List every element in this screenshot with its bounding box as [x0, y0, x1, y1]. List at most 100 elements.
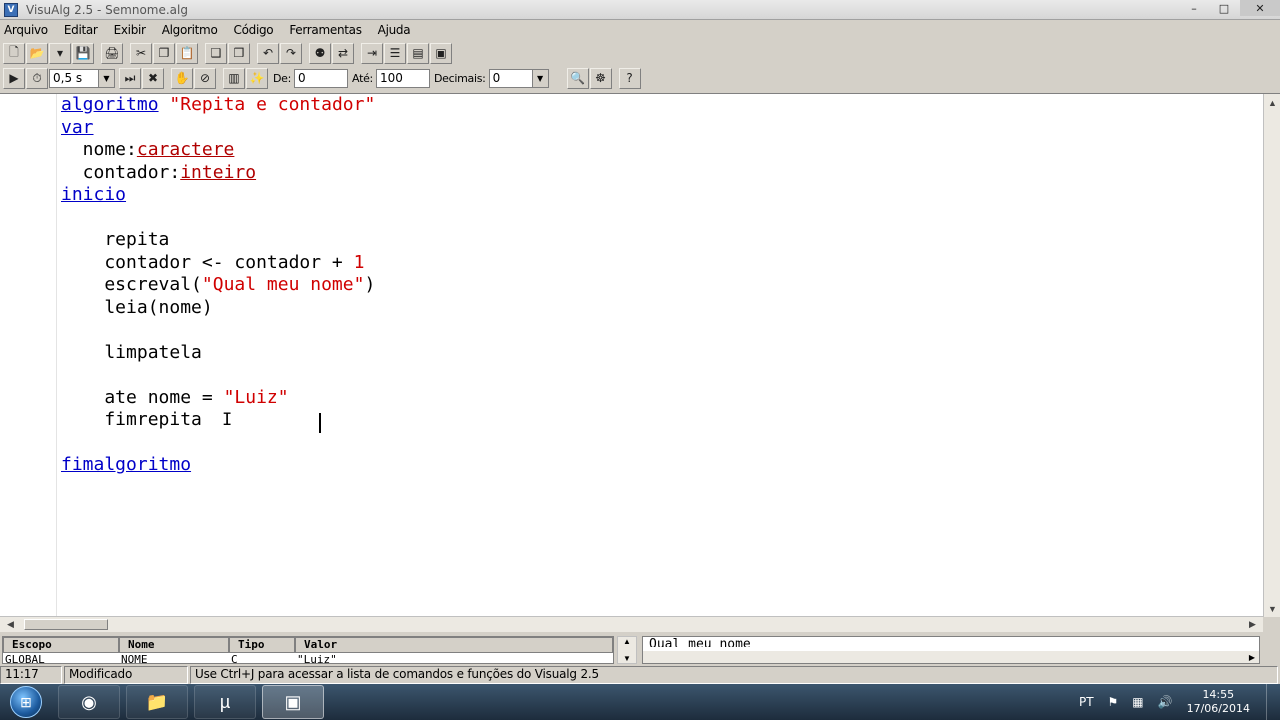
help-button[interactable]: ?: [618, 67, 641, 89]
code-line[interactable]: nome:caractere: [61, 139, 375, 162]
scroll-left-icon[interactable]: ◀: [2, 616, 19, 633]
column-header-scope[interactable]: Escopo: [3, 637, 119, 653]
close-button[interactable]: ✕: [1240, 0, 1280, 16]
numbered-list-button[interactable]: ☰: [384, 42, 406, 64]
chrome-taskbar-button[interactable]: ◉: [58, 685, 120, 719]
magic-wand-button[interactable]: ✨: [246, 67, 268, 89]
action-center-icon[interactable]: ⚑: [1108, 695, 1119, 709]
copy-as-button[interactable]: ❑: [205, 42, 227, 64]
code-editor[interactable]: algoritmo "Repita e contador" var nome:ca…: [0, 93, 1280, 617]
zoom-icon: 🔍: [570, 71, 586, 85]
code-line[interactable]: [61, 432, 375, 455]
menu-exibir[interactable]: Exibir: [114, 23, 146, 37]
scroll-thumb[interactable]: [24, 619, 108, 630]
code-line[interactable]: escreval("Qual meu nome"): [61, 274, 375, 297]
editor-vertical-scrollbar[interactable]: ▲ ▼: [1263, 94, 1280, 617]
variables-scrollbar[interactable]: ▲ ▼: [617, 636, 637, 664]
code-line[interactable]: ate nome = "Luiz": [61, 387, 375, 410]
comment-button[interactable]: ▤: [407, 42, 429, 64]
code-line[interactable]: [61, 319, 375, 342]
code-line[interactable]: contador:inteiro: [61, 162, 375, 185]
clock[interactable]: 14:55 17/06/2014: [1187, 688, 1250, 716]
scroll-right-icon[interactable]: ▶: [1249, 653, 1255, 662]
code-line[interactable]: inicio: [61, 184, 375, 207]
redo-button[interactable]: ↷: [280, 42, 302, 64]
open-dropdown-button[interactable]: ▾: [49, 42, 71, 64]
code-line[interactable]: leia(nome): [61, 297, 375, 320]
breakpoint-button[interactable]: ✋: [171, 67, 193, 89]
scroll-down-icon[interactable]: ▼: [1264, 600, 1280, 617]
menu-arquivo[interactable]: Arquivo: [4, 23, 48, 37]
run-button[interactable]: ▶: [3, 67, 25, 89]
console-button[interactable]: ▥: [223, 67, 245, 89]
indent-button[interactable]: ⇥: [361, 42, 383, 64]
column-header-type[interactable]: Tipo: [229, 637, 295, 653]
column-header-value[interactable]: Valor: [295, 637, 613, 653]
code-line[interactable]: var: [61, 117, 375, 140]
find-button[interactable]: ⚉: [309, 42, 331, 64]
title-bar[interactable]: V VisuAlg 2.5 - Semnome.alg – □ ✕: [0, 0, 1280, 20]
decimals-select[interactable]: 0 ▼: [488, 68, 549, 88]
timer-button[interactable]: ⏱: [26, 67, 48, 89]
code-line[interactable]: fimalgoritmo: [61, 454, 375, 477]
paste-icon: 📋: [179, 46, 195, 60]
stop-button[interactable]: ✖: [142, 67, 164, 89]
bug-button[interactable]: ☸: [589, 67, 612, 89]
menu-ferramentas[interactable]: Ferramentas: [289, 23, 362, 37]
template-button[interactable]: ▣: [430, 42, 452, 64]
editor-gutter[interactable]: [0, 94, 57, 617]
code-line[interactable]: limpatela: [61, 342, 375, 365]
save-button[interactable]: 💾: [72, 42, 94, 64]
undo-button[interactable]: ↶: [257, 42, 279, 64]
clear-breakpoints-button[interactable]: ⊘: [194, 67, 216, 89]
table-row[interactable]: GLOBAL NOME C "Luiz": [3, 653, 613, 663]
zoom-button[interactable]: 🔍: [566, 67, 589, 89]
menu-ajuda[interactable]: Ajuda: [378, 23, 411, 37]
variables-table[interactable]: Escopo Nome Tipo Valor GLOBAL NOME C "Lu…: [2, 636, 614, 664]
code-line[interactable]: contador <- contador + 1: [61, 252, 375, 275]
code-line[interactable]: algoritmo "Repita e contador": [61, 94, 375, 117]
timer-select[interactable]: 0,5 s ▼: [49, 68, 115, 88]
volume-icon[interactable]: 🔊: [1158, 695, 1173, 709]
scroll-down-icon[interactable]: ▼: [623, 654, 631, 663]
network-icon[interactable]: ▦: [1132, 695, 1143, 709]
new-file-button[interactable]: 🗋: [3, 42, 25, 64]
clock-date: 17/06/2014: [1186, 702, 1250, 715]
visualg-task-taskbar-button[interactable]: ▣: [262, 685, 324, 719]
to-label: Até:: [352, 71, 373, 85]
code-line[interactable]: [61, 364, 375, 387]
maximize-button[interactable]: □: [1210, 0, 1238, 16]
paste-button[interactable]: 📋: [176, 42, 198, 64]
cut-button[interactable]: ✂: [130, 42, 152, 64]
code-line[interactable]: fimrepita: [61, 409, 375, 432]
editor-horizontal-scrollbar[interactable]: ◀ ▶: [0, 616, 1263, 632]
menu-algoritmo[interactable]: Algoritmo: [162, 23, 218, 37]
paste-special-button[interactable]: ❒: [228, 42, 250, 64]
output-horizontal-scrollbar[interactable]: ▶: [643, 651, 1259, 663]
file-explorer-taskbar-button[interactable]: 📁: [126, 685, 188, 719]
column-header-name[interactable]: Nome: [119, 637, 229, 653]
open-folder-button[interactable]: 📂: [26, 42, 48, 64]
code-line[interactable]: [61, 207, 375, 230]
copy-button[interactable]: ❐: [153, 42, 175, 64]
start-button[interactable]: ⊞: [0, 684, 52, 720]
replace-button[interactable]: ⇄: [332, 42, 354, 64]
code-line[interactable]: repita: [61, 229, 375, 252]
menu-editar[interactable]: Editar: [64, 23, 98, 37]
scroll-right-icon[interactable]: ▶: [1244, 616, 1261, 633]
utorrent-taskbar-button[interactable]: µ: [194, 685, 256, 719]
scroll-up-icon[interactable]: ▲: [623, 637, 631, 646]
code-area[interactable]: algoritmo "Repita e contador" var nome:ca…: [61, 94, 375, 477]
language-indicator[interactable]: PT: [1079, 695, 1094, 709]
to-input[interactable]: 100: [375, 68, 430, 88]
visualg-icon[interactable]: V: [4, 2, 18, 17]
output-panel[interactable]: Qual meu nome ▶: [642, 636, 1260, 664]
step-button[interactable]: ⏭: [119, 67, 141, 89]
print-button[interactable]: 🖨: [101, 42, 123, 64]
minimize-button[interactable]: –: [1180, 0, 1208, 16]
scroll-up-icon[interactable]: ▲: [1264, 94, 1280, 111]
menu-codigo[interactable]: Código: [234, 23, 274, 37]
bug-icon: ☸: [595, 71, 606, 85]
show-desktop-button[interactable]: [1266, 684, 1280, 720]
from-input[interactable]: 0: [294, 68, 349, 88]
